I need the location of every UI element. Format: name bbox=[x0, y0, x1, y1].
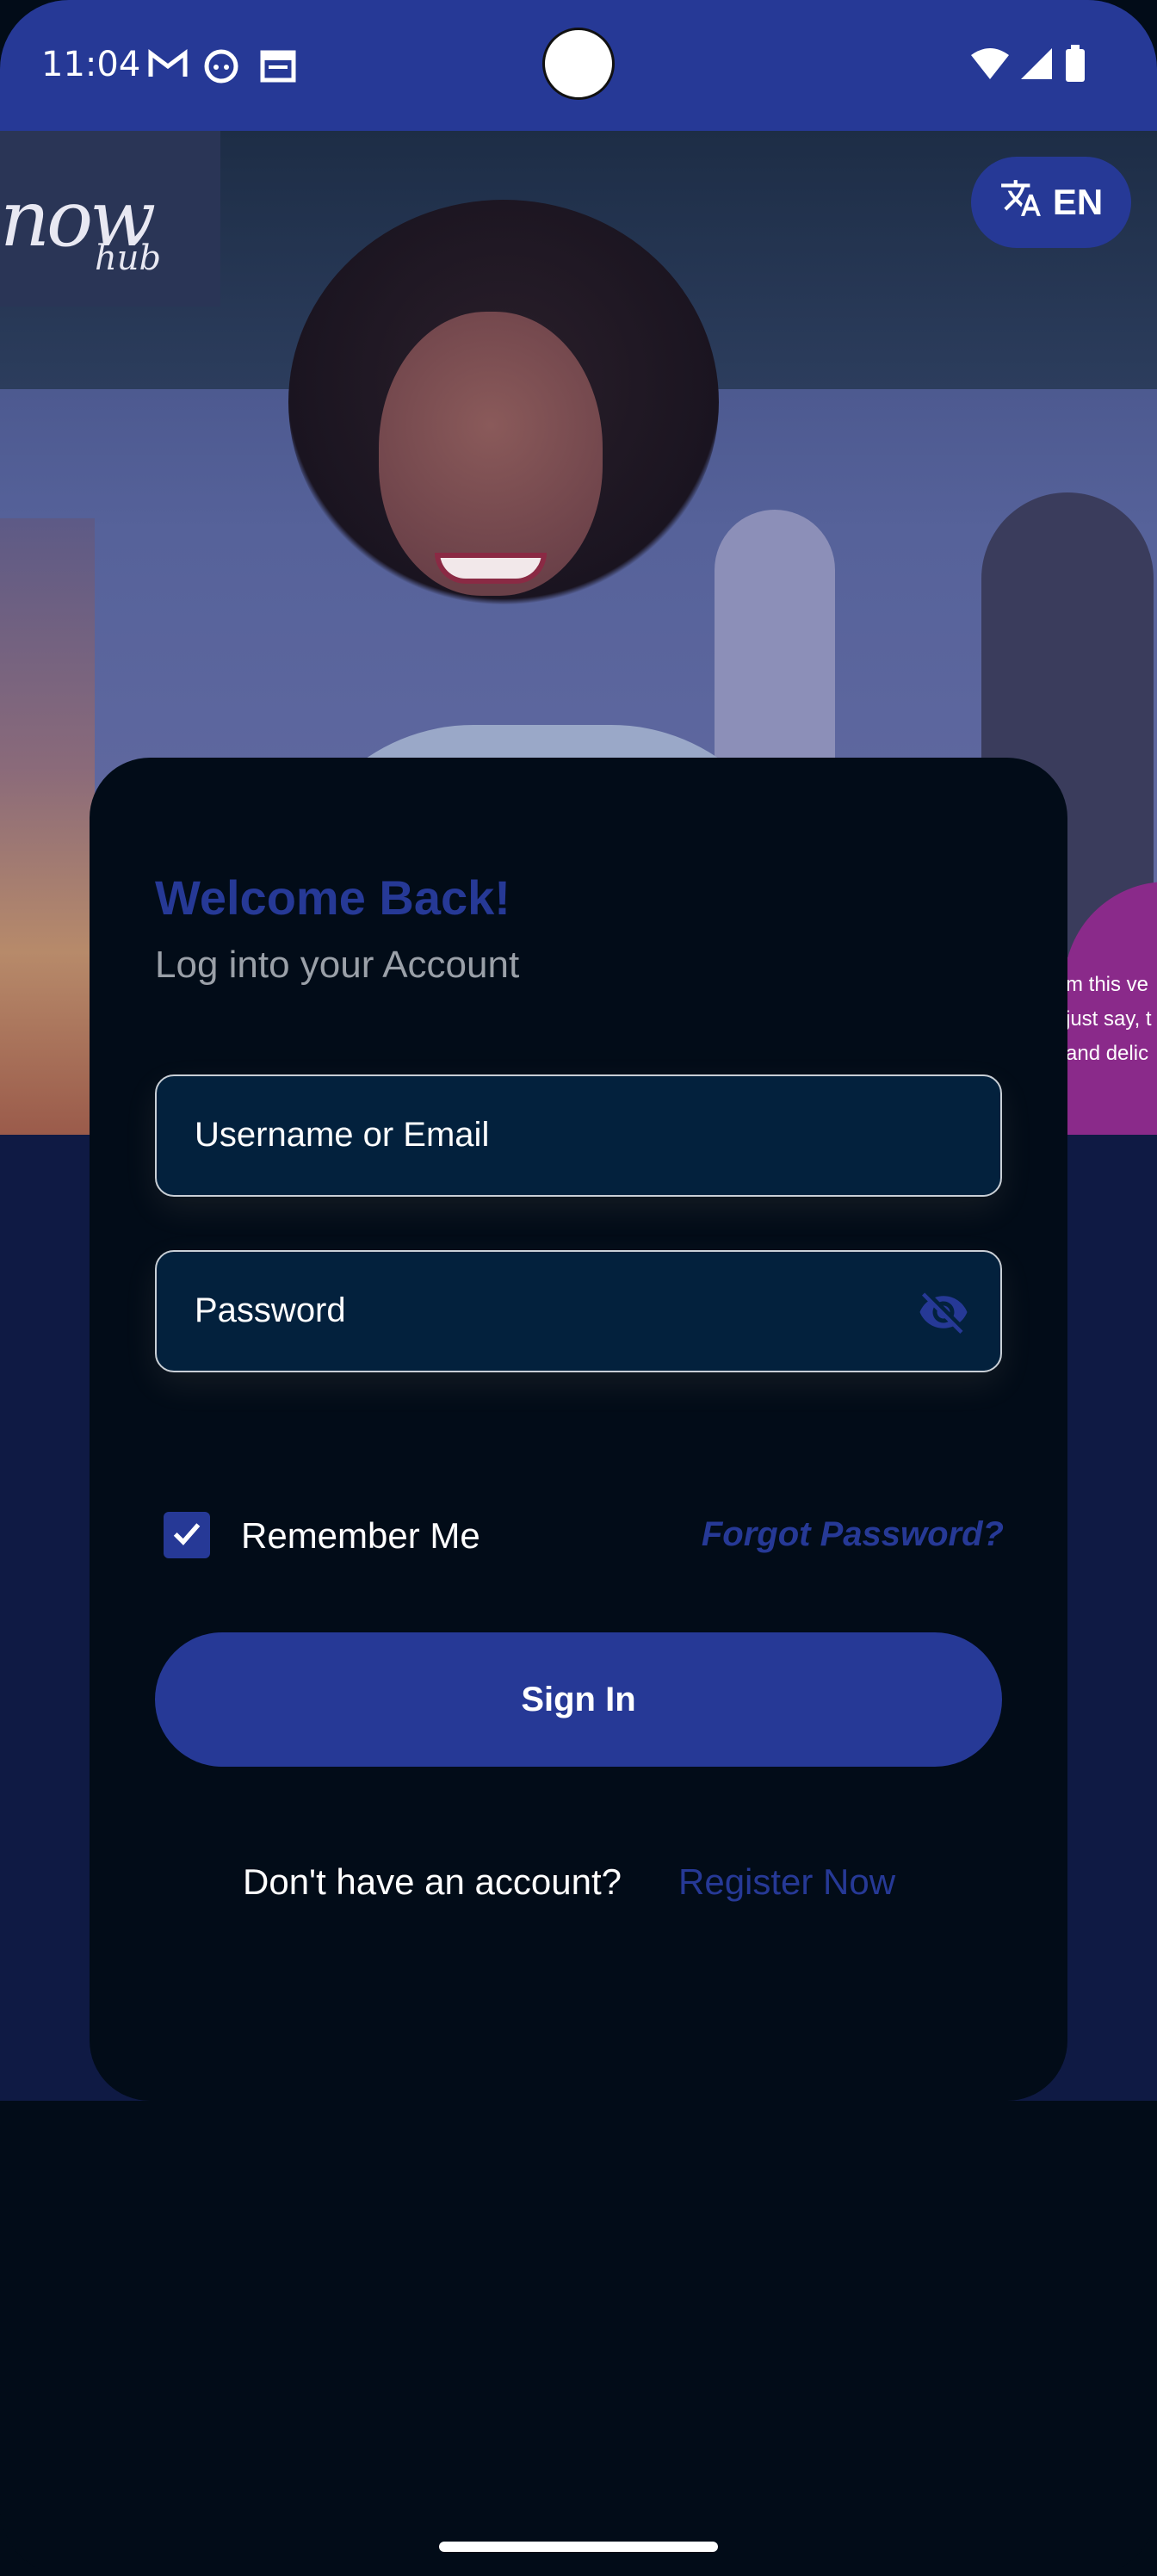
username-placeholder: Username or Email bbox=[195, 1116, 490, 1154]
store-logo: now hub bbox=[0, 131, 220, 307]
face-icon bbox=[203, 48, 239, 89]
calendar-icon bbox=[260, 48, 296, 87]
check-icon bbox=[170, 1516, 204, 1555]
front-camera bbox=[542, 28, 615, 100]
sign-in-button[interactable]: Sign In bbox=[155, 1632, 1002, 1767]
battery-icon bbox=[1064, 45, 1086, 87]
password-field[interactable]: Password bbox=[155, 1250, 1002, 1372]
sign-in-label: Sign In bbox=[521, 1680, 636, 1718]
status-bar: 11:04 bbox=[0, 0, 1157, 131]
gmail-icon bbox=[148, 48, 188, 84]
remember-label[interactable]: Remember Me bbox=[241, 1515, 480, 1557]
register-link[interactable]: Register Now bbox=[678, 1861, 895, 1903]
login-card: Welcome Back! Log into your Account User… bbox=[90, 758, 1067, 2101]
username-field[interactable]: Username or Email bbox=[155, 1074, 1002, 1197]
forgot-password-link[interactable]: Forgot Password? bbox=[702, 1515, 1004, 1554]
phone-screen: 11:04 now hub m this ve just say, t and … bbox=[0, 0, 1157, 2576]
promo-text: m this ve just say, t and delic bbox=[1066, 973, 1152, 1065]
language-button[interactable]: EN bbox=[971, 157, 1131, 248]
password-placeholder: Password bbox=[195, 1291, 346, 1329]
remember-checkbox[interactable] bbox=[164, 1512, 210, 1558]
status-time: 11:04 bbox=[41, 45, 141, 84]
page-title: Welcome Back! bbox=[155, 870, 510, 925]
page-subtitle: Log into your Account bbox=[155, 944, 520, 986]
no-account-text: Don't have an account? bbox=[243, 1861, 622, 1902]
wifi-icon bbox=[969, 46, 1011, 85]
language-code: EN bbox=[1052, 182, 1104, 222]
translate-icon bbox=[999, 176, 1043, 228]
home-indicator[interactable] bbox=[439, 2542, 718, 2552]
eye-off-icon[interactable] bbox=[918, 1286, 969, 1342]
signal-icon bbox=[1019, 46, 1054, 85]
